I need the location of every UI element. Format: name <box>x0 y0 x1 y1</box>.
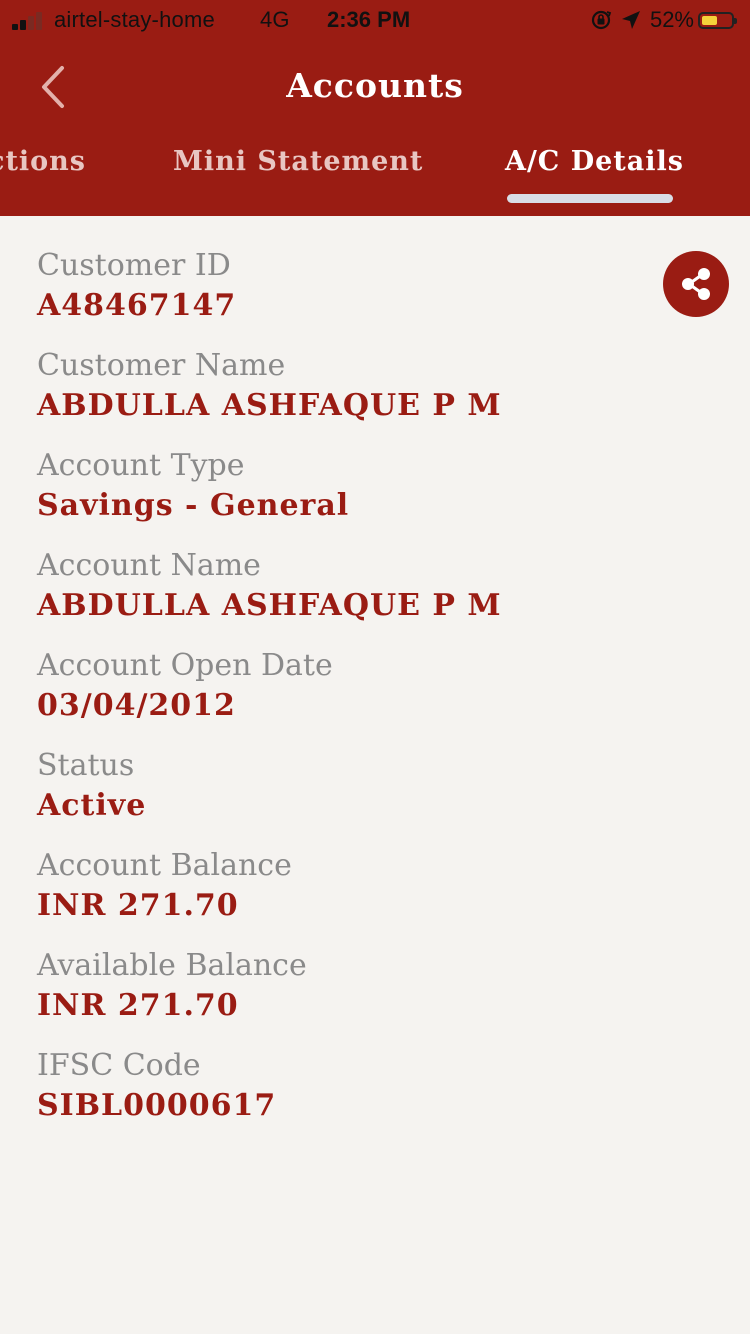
share-button[interactable] <box>663 251 729 317</box>
tab-transactions[interactable]: ctions <box>0 146 86 177</box>
account-name-field: Account Name ABDULLA ASHFAQUE P M <box>37 546 637 646</box>
account-type-field: Account Type Savings - General <box>37 446 637 546</box>
field-label: Account Balance <box>37 848 292 883</box>
status-right-group: 52% <box>590 7 737 33</box>
status-field: Status Active <box>37 746 637 846</box>
account-open-date-field: Account Open Date 03/04/2012 <box>37 646 637 746</box>
tab-mini-statement[interactable]: Mini Statement <box>173 146 423 177</box>
field-label: Status <box>37 748 135 783</box>
active-tab-indicator <box>507 194 673 203</box>
ifsc-code-field: IFSC Code SIBL0000617 <box>37 1046 637 1146</box>
field-label: IFSC Code <box>37 1048 201 1083</box>
available-balance-field: Available Balance INR 271.70 <box>37 946 637 1046</box>
field-value: INR 271.70 <box>37 888 239 923</box>
field-value: A48467147 <box>37 288 237 323</box>
carrier-name: airtel-stay-home <box>54 7 215 32</box>
orientation-lock-icon <box>591 10 612 30</box>
battery-level-fill <box>702 15 717 25</box>
field-label: Account Type <box>37 448 245 483</box>
status-bar: airtel-stay-home 4G 2:36 PM 52% <box>0 0 750 40</box>
field-value: INR 271.70 <box>37 988 239 1023</box>
field-label: Customer ID <box>37 248 231 283</box>
customer-id-field: Customer ID A48467147 <box>37 246 637 346</box>
network-type: 4G <box>260 7 290 32</box>
field-value: SIBL0000617 <box>37 1088 277 1123</box>
battery-icon <box>698 11 737 29</box>
field-value: ABDULLA ASHFAQUE P M <box>37 588 502 623</box>
location-arrow-icon <box>621 11 640 29</box>
customer-name-field: Customer Name ABDULLA ASHFAQUE P M <box>37 346 637 446</box>
field-value: 03/04/2012 <box>37 688 236 723</box>
field-label: Available Balance <box>37 948 307 983</box>
field-value: Savings - General <box>37 488 350 523</box>
app-header: airtel-stay-home 4G 2:36 PM 52% Accounts… <box>0 0 750 216</box>
field-value: ABDULLA ASHFAQUE P M <box>37 388 502 423</box>
battery-percent: 52% <box>649 7 694 32</box>
signal-strength-icon <box>12 10 48 30</box>
account-balance-field: Account Balance INR 271.70 <box>37 846 637 946</box>
field-label: Account Name <box>37 548 261 583</box>
account-details: Customer ID A48467147 Customer Name ABDU… <box>37 246 637 1146</box>
page-title: Accounts <box>286 66 464 105</box>
tab-ac-details[interactable]: A/C Details <box>505 146 684 177</box>
field-label: Account Open Date <box>37 648 333 683</box>
field-label: Customer Name <box>37 348 286 383</box>
share-icon <box>682 268 710 300</box>
field-value: Active <box>37 788 147 823</box>
status-time: 2:36 PM <box>327 7 411 32</box>
